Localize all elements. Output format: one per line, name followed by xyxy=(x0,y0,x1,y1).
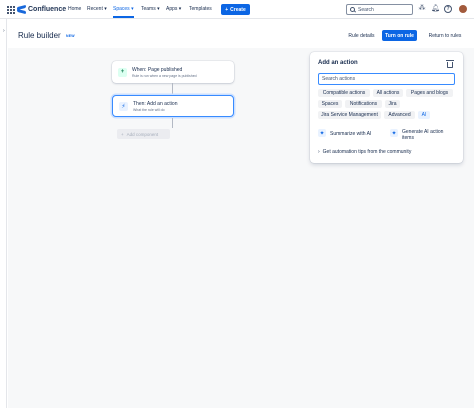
chevron-right-icon: › xyxy=(318,149,320,155)
trigger-subtitle: Rule is run when a new page is published xyxy=(132,73,197,78)
trigger-card[interactable]: + When: Page published Rule is run when … xyxy=(112,61,234,83)
chip-all-actions[interactable]: All actions xyxy=(373,89,403,97)
confluence-logo-icon xyxy=(17,5,26,14)
return-to-rules-button[interactable]: Return to rules xyxy=(423,30,467,41)
action-generate-ai-action-items[interactable]: ✦ Generate AI action items xyxy=(390,129,454,141)
sparkle-icon: ✦ xyxy=(318,129,326,137)
plus-icon: + xyxy=(121,131,124,137)
sidebar-rail: › xyxy=(0,19,7,408)
add-action-panel: Add an action Search actions Compatible … xyxy=(310,52,463,163)
app-switcher-icon[interactable] xyxy=(7,6,15,14)
chevron-down-icon: ▾ xyxy=(157,6,160,12)
confluence-logo[interactable]: Confluence xyxy=(17,5,66,14)
apps-icon[interactable]: ⁂ xyxy=(418,5,426,13)
search-icon xyxy=(350,7,355,12)
sparkle-icon: ✦ xyxy=(390,129,398,137)
turn-on-rule-button[interactable]: Turn on rule xyxy=(382,30,417,41)
panel-title: Add an action xyxy=(318,60,358,66)
bell-icon[interactable]: 🔔︎ xyxy=(431,5,440,13)
automation-tips-toggle[interactable]: › Get automation tips from the community xyxy=(318,149,411,155)
new-badge: NEW xyxy=(66,34,75,38)
action-summarize-with-ai[interactable]: ✦ Summarize with AI xyxy=(318,129,371,137)
chevron-right-icon[interactable]: › xyxy=(3,28,5,34)
add-component-button[interactable]: + Add component xyxy=(117,129,170,139)
nav-templates[interactable]: Templates xyxy=(189,6,212,12)
chip-ai[interactable]: AI xyxy=(418,111,430,119)
search-actions-input[interactable]: Search actions xyxy=(318,73,455,85)
search-input[interactable]: Search xyxy=(346,4,413,15)
nav-apps[interactable]: Apps ▾ xyxy=(166,6,181,12)
trash-icon[interactable] xyxy=(446,59,454,68)
action-subtitle: What the rule will do xyxy=(133,107,165,112)
nav-teams[interactable]: Teams ▾ xyxy=(141,6,160,12)
chevron-down-icon: ▾ xyxy=(104,6,107,12)
chip-jira-service-management[interactable]: Jira Service Management xyxy=(318,111,381,119)
nav-home[interactable]: Home xyxy=(68,6,81,12)
top-navigation: Confluence Home Recent ▾ Spaces ▾ Teams … xyxy=(0,0,474,19)
app-name: Confluence xyxy=(28,6,67,13)
chevron-down-icon: ▾ xyxy=(178,6,182,12)
chip-notifications[interactable]: Notifications xyxy=(345,100,382,108)
chip-advanced[interactable]: Advanced xyxy=(384,111,415,119)
nav-recent[interactable]: Recent ▾ xyxy=(87,6,107,12)
bolt-icon: ⚡︎ xyxy=(119,101,128,111)
action-card[interactable]: ⚡︎ Then: Add an action What the rule wil… xyxy=(112,95,234,117)
help-icon[interactable]: ? xyxy=(444,5,452,13)
rule-details-button[interactable]: Rule details xyxy=(344,30,379,41)
action-title: Then: Add an action xyxy=(133,100,178,107)
plus-icon: + xyxy=(225,6,229,13)
chip-compatible-actions[interactable]: Compatible actions xyxy=(318,89,370,97)
chip-pages-and-blogs[interactable]: Pages and blogs xyxy=(406,89,453,97)
avatar[interactable] xyxy=(459,5,467,13)
page-title: Rule builder xyxy=(18,31,61,40)
chip-spaces[interactable]: Spaces xyxy=(318,100,342,108)
chip-jira[interactable]: Jira xyxy=(385,100,400,108)
trigger-title: When: Page published xyxy=(132,66,183,73)
plus-icon: + xyxy=(118,67,127,77)
nav-spaces[interactable]: Spaces ▾ xyxy=(113,6,134,18)
chevron-down-icon: ▾ xyxy=(131,6,134,12)
flow-connector xyxy=(172,118,173,128)
create-button[interactable]: + Create xyxy=(221,4,250,15)
